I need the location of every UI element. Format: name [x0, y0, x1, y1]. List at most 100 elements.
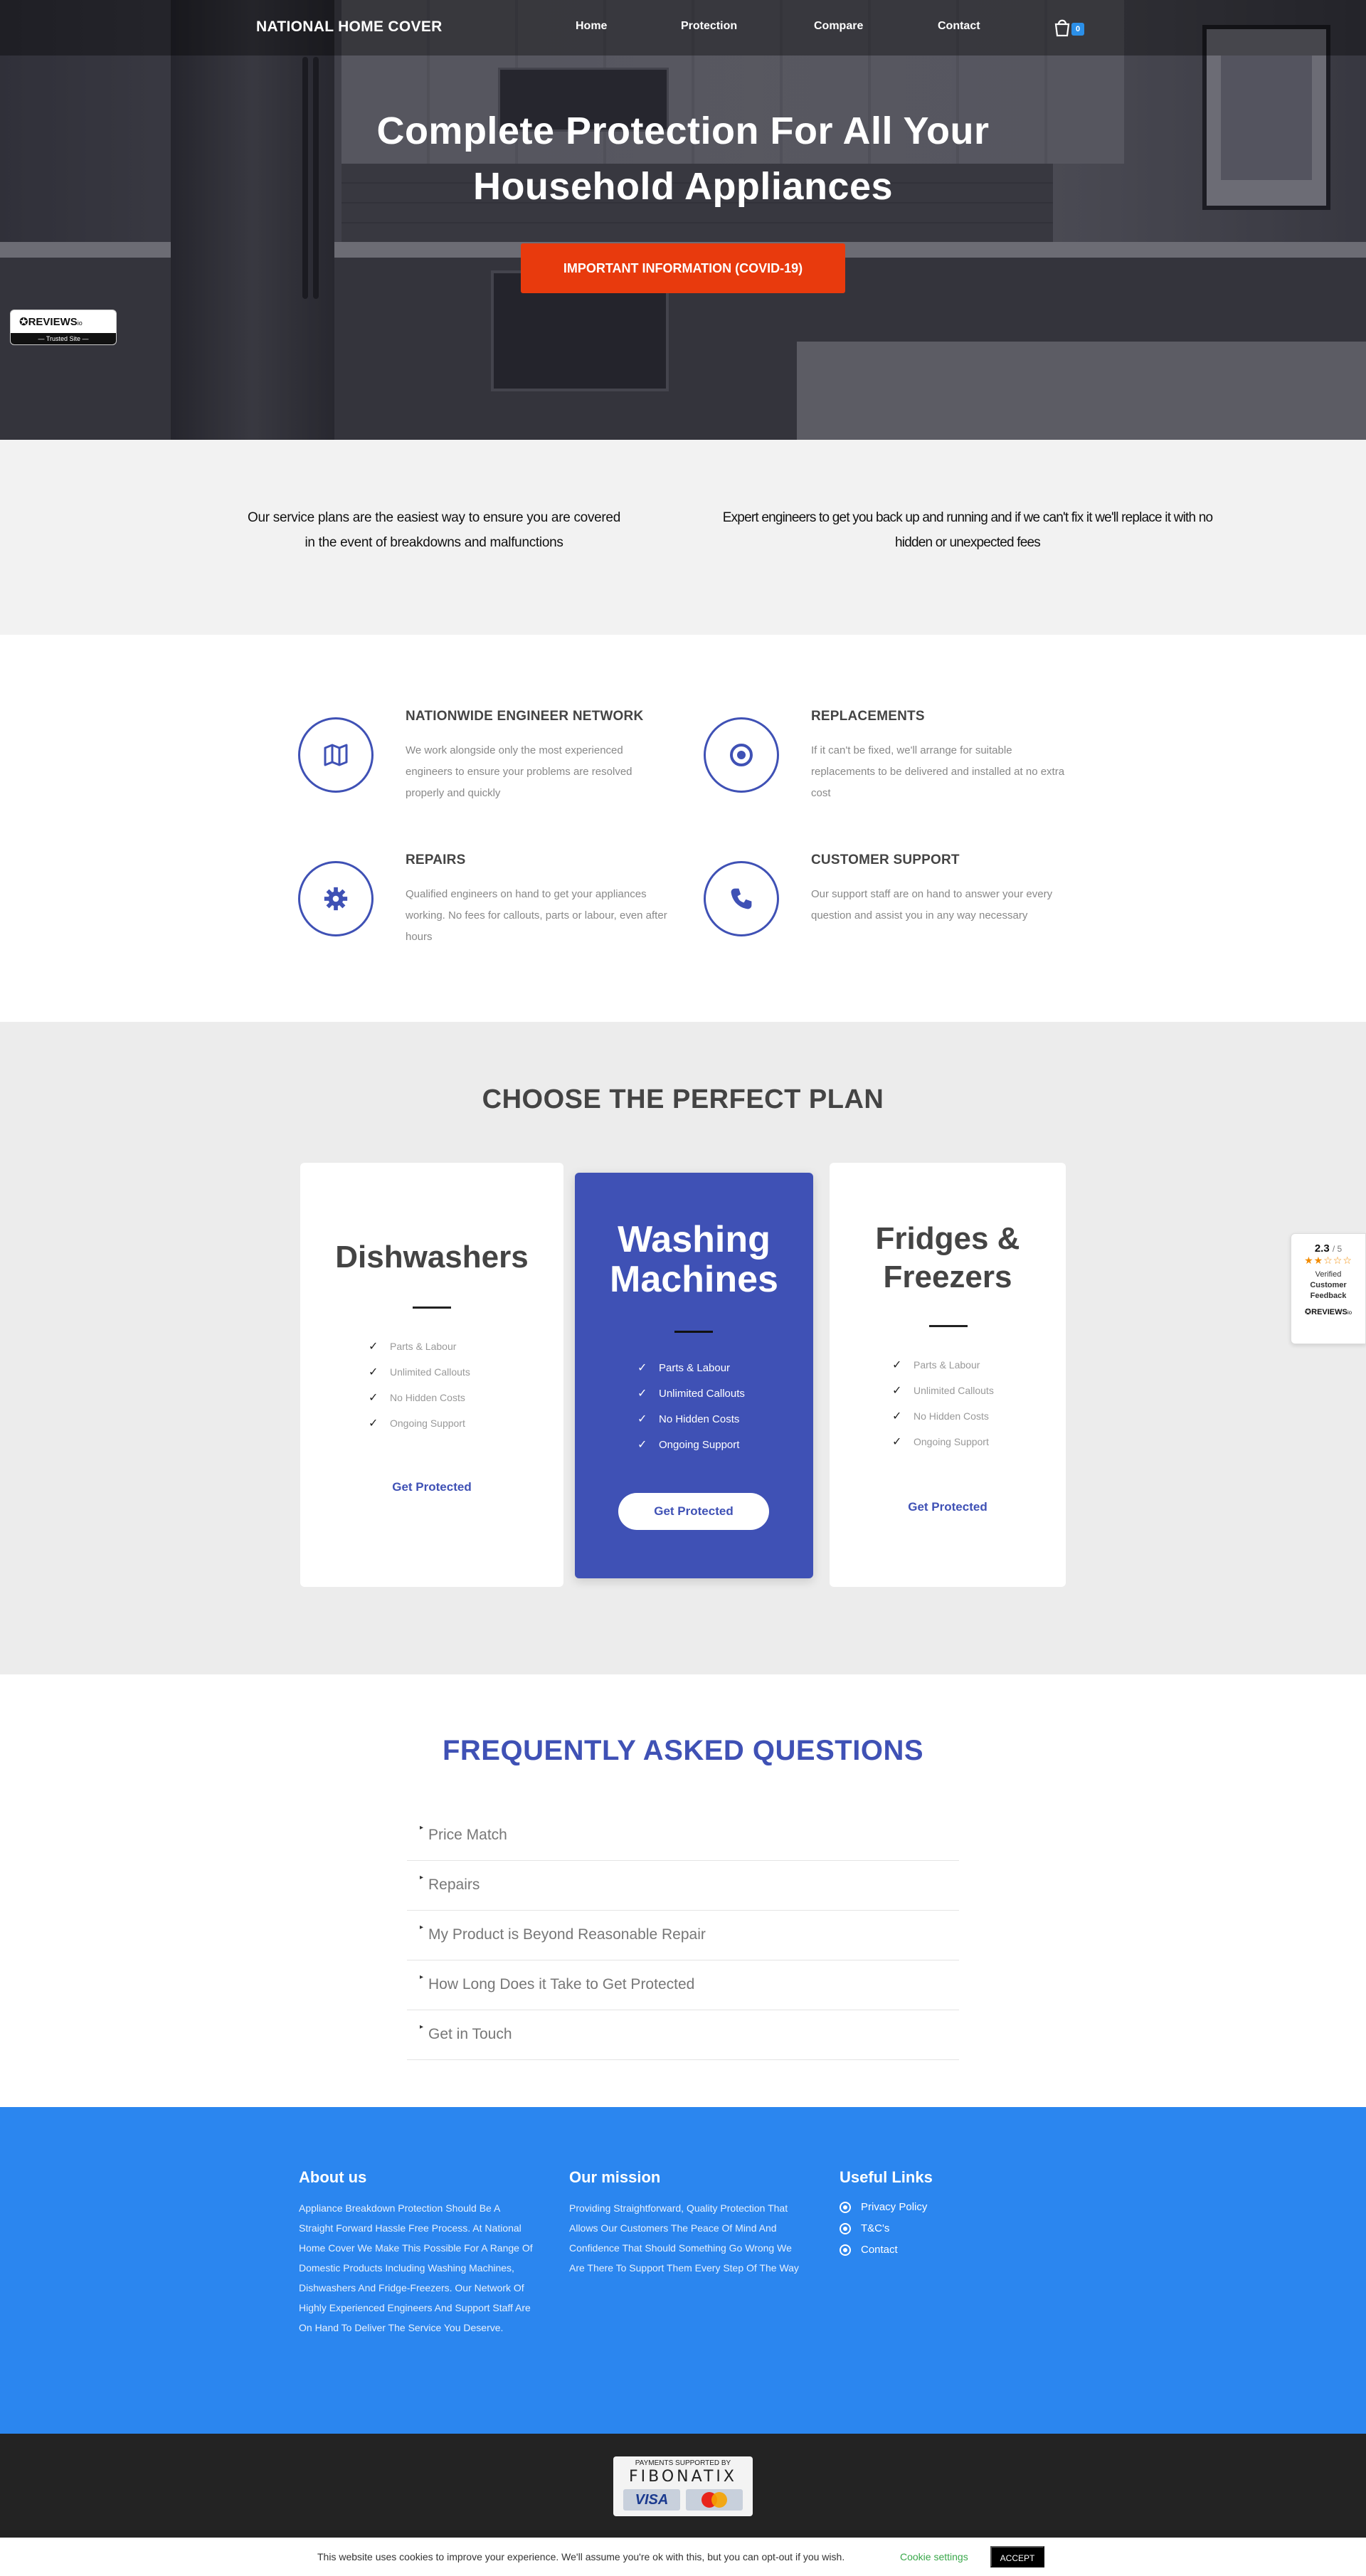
feedback-label-line: Customer: [1310, 1281, 1347, 1289]
plan-card-fridges-freezers: Fridges & Freezers ✓ Parts & Labour ✓ Unli…: [830, 1163, 1066, 1587]
feedback-label-line: Feedback: [1310, 1292, 1347, 1300]
check-icon: ✓: [369, 1418, 378, 1430]
reviews-star-icon: ✪: [19, 316, 28, 328]
get-protected-link[interactable]: Get Protected: [830, 1500, 1066, 1514]
target-icon: [704, 717, 779, 793]
footer-link-contact[interactable]: Contact: [840, 2244, 898, 2256]
visa-icon: VISA: [623, 2489, 680, 2511]
plan-feature-label: No Hidden Costs: [914, 1410, 989, 1422]
brand-logo[interactable]: NATIONAL HOME COVER: [256, 19, 443, 36]
caret-right-icon: ▸: [420, 1923, 424, 1931]
cookie-settings-link[interactable]: Cookie settings: [900, 2551, 968, 2562]
plan-divider: [929, 1325, 968, 1327]
caret-right-icon: ▸: [420, 1824, 424, 1832]
features-section: NATIONWIDE ENGINEER NETWORK We work alon…: [0, 635, 1366, 1022]
feedback-score-value: 2.3: [1314, 1242, 1330, 1255]
plan-feature: ✓ Ongoing Support: [637, 1432, 745, 1457]
cookie-consent-bar: This website uses cookies to improve you…: [0, 2538, 1366, 2576]
map-icon: [298, 717, 374, 793]
feature-title: REPAIRS: [406, 852, 466, 867]
caret-right-icon: ▸: [420, 2023, 424, 2031]
feedback-label-line: Verified: [1315, 1270, 1342, 1279]
faq-item[interactable]: ▸ Repairs: [407, 1861, 959, 1911]
intro-section: Our service plans are the easiest way to…: [0, 440, 1366, 635]
payments-label: PAYMENTS SUPPORTED BY: [635, 2459, 731, 2467]
plan-feature-list: ✓ Parts & Labour ✓ Unlimited Callouts ✓ No …: [369, 1334, 470, 1436]
customer-feedback-widget[interactable]: 2.3 / 5 ★★☆☆☆ Verified Customer Feedback…: [1291, 1233, 1366, 1344]
top-navbar: NATIONAL HOME COVER Home Protection Comp…: [0, 0, 1366, 56]
plans-title: CHOOSE THE PERFECT PLAN: [482, 1084, 884, 1114]
phone-icon: [704, 861, 779, 936]
check-icon: ✓: [369, 1366, 378, 1378]
plan-feature-label: Ongoing Support: [390, 1418, 465, 1429]
feature-desc: Our support staff are on hand to answer …: [811, 888, 1053, 922]
rating-stars-icon: ★★☆☆☆: [1304, 1255, 1352, 1266]
reviews-logo-suffix: io: [77, 320, 83, 327]
feature-title: REPLACEMENTS: [811, 709, 925, 724]
feature-title: CUSTOMER SUPPORT: [811, 852, 960, 867]
hero-title-line: Household Appliances: [472, 165, 894, 208]
intro-left-line: in the event of breakdowns and malfuncti…: [305, 535, 563, 550]
check-icon: ✓: [369, 1341, 378, 1353]
check-icon: ✓: [369, 1392, 378, 1404]
reviews-star-icon: ✪: [1304, 1308, 1312, 1316]
intro-left-text: Our service plans are the easiest way to…: [228, 505, 640, 555]
check-icon: ✓: [892, 1359, 902, 1371]
footer-about-heading: About us: [299, 2168, 367, 2186]
nav-contact[interactable]: Contact: [938, 20, 980, 33]
plan-divider: [674, 1331, 713, 1333]
covid-info-button[interactable]: IMPORTANT INFORMATION (COVID-19): [521, 243, 845, 293]
footer-link-label: Contact: [861, 2244, 898, 2256]
plan-title-line: Freezers: [883, 1260, 1012, 1294]
faq-item[interactable]: ▸ Price Match: [407, 1811, 959, 1861]
footer-link-terms[interactable]: T&C's: [840, 2222, 889, 2234]
plan-feature-list: ✓ Parts & Labour ✓ Unlimited Callouts ✓ No …: [637, 1355, 745, 1457]
plan-feature: ✓ Ongoing Support: [369, 1410, 470, 1436]
plan-feature-label: Unlimited Callouts: [390, 1366, 470, 1378]
reviews-trusted-badge[interactable]: ✪REVIEWSio — Trusted Site —: [10, 310, 117, 345]
plan-feature-label: Parts & Labour: [659, 1361, 731, 1374]
plan-card-dishwashers: Dishwashers ✓ Parts & Labour ✓ Unlimited C…: [300, 1163, 563, 1587]
plan-feature: ✓ Parts & Labour: [892, 1352, 994, 1378]
shopping-bag-icon[interactable]: [1052, 17, 1073, 37]
nav-home[interactable]: Home: [576, 20, 607, 33]
cookie-accept-button[interactable]: ACCEPT: [990, 2546, 1044, 2567]
card-logos: VISA: [623, 2489, 743, 2511]
plan-title-line: Washing: [618, 1219, 771, 1260]
plan-feature-label: Parts & Labour: [390, 1341, 457, 1352]
plan-feature-label: Ongoing Support: [659, 1438, 740, 1451]
footer-link-label: Privacy Policy: [861, 2201, 928, 2213]
faq-item[interactable]: ▸ My Product is Beyond Reasonable Repair: [407, 1911, 959, 1960]
intro-right-line: Expert engineers to get you back up and …: [722, 510, 1213, 525]
check-icon: ✓: [892, 1410, 902, 1422]
footer-link-privacy[interactable]: Privacy Policy: [840, 2201, 927, 2213]
faq-item[interactable]: ▸ How Long Does it Take to Get Protected: [407, 1960, 959, 2010]
check-icon: ✓: [637, 1439, 647, 1451]
faq-question: How Long Does it Take to Get Protected: [428, 1976, 695, 1992]
plan-title: Washing Machines: [575, 1220, 813, 1299]
faq-item[interactable]: ▸ Get in Touch: [407, 2010, 959, 2060]
hero-title: Complete Protection For All Your Househo…: [292, 103, 1074, 214]
hero-title-line: Complete Protection For All Your: [376, 110, 990, 152]
hero-overlay: [0, 0, 1366, 440]
reviews-logo-suffix: io: [1347, 1309, 1352, 1316]
footer-mission-text: Providing Straightforward, Quality Prote…: [569, 2202, 799, 2274]
get-protected-button[interactable]: Get Protected: [618, 1493, 769, 1530]
intro-right-line: hidden or unexpected fees: [895, 535, 1041, 550]
nav-protection[interactable]: Protection: [681, 20, 737, 33]
feedback-score-max: / 5: [1332, 1244, 1343, 1254]
payments-supported-badge: PAYMENTS SUPPORTED BY FIBONATIX VISA: [613, 2456, 753, 2516]
trusted-site-label: — Trusted Site —: [11, 333, 116, 344]
nav-compare[interactable]: Compare: [814, 20, 863, 33]
feature-desc: Qualified engineers on hand to get your …: [406, 888, 667, 943]
footer-about-text: Appliance Breakdown Protection Should Be…: [299, 2202, 533, 2333]
faq-title: FREQUENTLY ASKED QUESTIONS: [442, 1735, 924, 1766]
hero-section: NATIONAL HOME COVER Home Protection Comp…: [0, 0, 1366, 440]
plan-title-line: Machines: [610, 1259, 778, 1300]
circle-dot-icon: [840, 2201, 851, 2213]
faq-section: FREQUENTLY ASKED QUESTIONS ▸ Price Match…: [0, 1674, 1366, 2107]
check-icon: ✓: [637, 1413, 647, 1425]
check-icon: ✓: [637, 1388, 647, 1400]
plan-feature: ✓ No Hidden Costs: [637, 1406, 745, 1432]
get-protected-link[interactable]: Get Protected: [300, 1480, 563, 1494]
